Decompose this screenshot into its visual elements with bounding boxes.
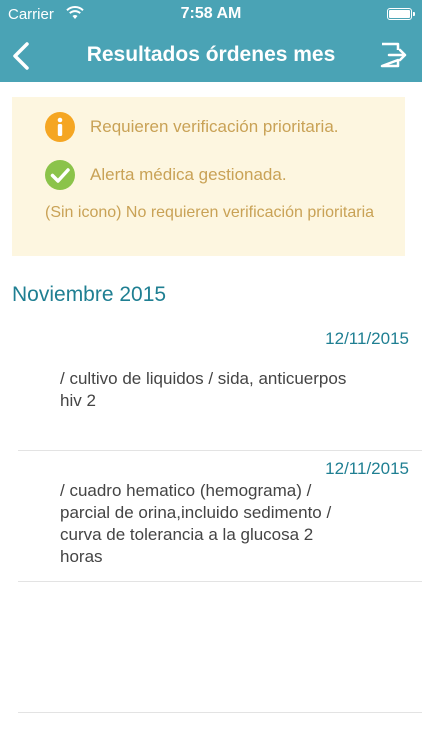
battery-icon bbox=[387, 8, 415, 20]
order-description: / cultivo de liquidos / sida, anticuerpo… bbox=[60, 369, 347, 410]
clock: 7:58 AM bbox=[180, 5, 242, 22]
info-icon bbox=[45, 112, 75, 142]
order-date: 12/11/2015 bbox=[325, 329, 409, 348]
chevron-left-icon[interactable] bbox=[8, 40, 36, 72]
legend-box: Requieren verificación prioritaria. Aler… bbox=[12, 97, 405, 256]
status-bar: Carrier 7:58 AM bbox=[0, 0, 422, 30]
empty-row bbox=[18, 582, 422, 713]
legend-label: Requieren verificación prioritaria. bbox=[90, 117, 339, 136]
list-item[interactable]: 12/11/2015 / cuadro hematico (hemograma)… bbox=[18, 451, 422, 582]
order-description: / cuadro hematico (hemograma) / parcial … bbox=[60, 481, 332, 566]
order-date: 12/11/2015 bbox=[325, 459, 409, 478]
legend-label: Alerta médica gestionada. bbox=[90, 165, 287, 184]
check-icon bbox=[45, 160, 75, 190]
list-item[interactable]: 12/11/2015 / cultivo de liquidos / sida,… bbox=[18, 318, 422, 451]
navigation-bar: Resultados órdenes mes bbox=[0, 30, 422, 82]
section-header: Noviembre 2015 bbox=[12, 283, 167, 306]
legend-note: (Sin icono) No requieren verificación pr… bbox=[45, 204, 375, 221]
logout-icon[interactable] bbox=[378, 40, 408, 70]
page-title: Resultados órdenes mes bbox=[86, 43, 336, 66]
